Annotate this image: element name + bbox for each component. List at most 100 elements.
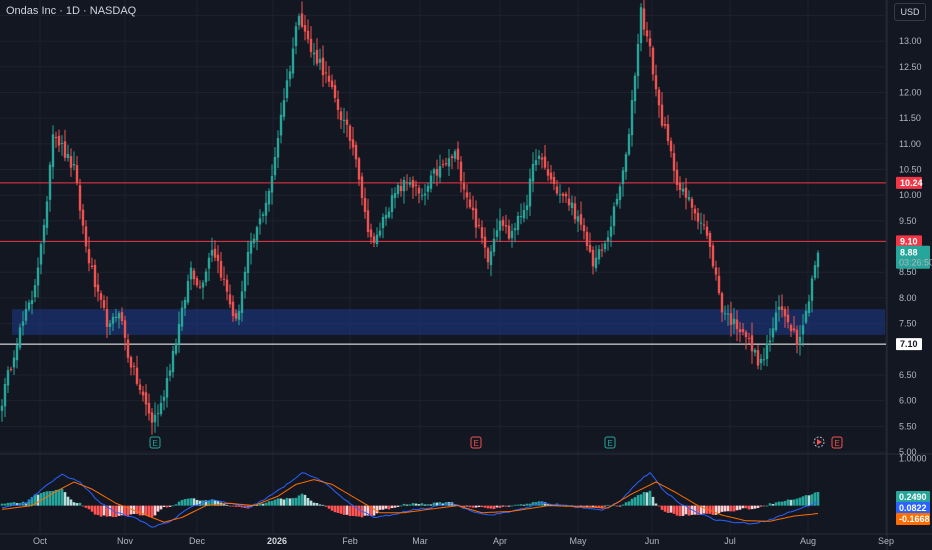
macd-histogram-bar	[642, 492, 646, 506]
candle	[702, 214, 706, 231]
candle-body	[432, 169, 436, 174]
macd-histogram-bar	[624, 502, 628, 506]
candle-body	[171, 350, 175, 373]
macd-histogram-bar	[639, 494, 643, 506]
candle	[408, 176, 412, 188]
candle	[570, 195, 574, 216]
macd-histogram-bar	[678, 505, 682, 517]
candle	[759, 354, 763, 371]
candle-body	[486, 248, 490, 263]
candle-body	[99, 293, 103, 300]
candle-body	[285, 80, 289, 98]
candle-body	[690, 198, 694, 208]
candle-body	[546, 169, 550, 176]
candle-body	[483, 236, 487, 248]
candle-body	[39, 244, 43, 265]
candle	[558, 184, 562, 204]
candle-body	[213, 248, 217, 258]
candle-body	[471, 207, 475, 211]
candle-body	[459, 161, 463, 182]
price-tick-label: 7.50	[899, 319, 917, 329]
currency-button[interactable]: USD	[894, 3, 926, 21]
candle-body	[414, 184, 418, 186]
candle-body	[477, 224, 481, 226]
candle-body	[384, 214, 388, 219]
candle-body	[51, 134, 55, 168]
candle	[381, 213, 385, 239]
macd-histogram-bar	[633, 497, 637, 506]
candle-body	[651, 47, 655, 75]
candle	[633, 72, 637, 114]
macd-histogram-bar	[615, 505, 619, 507]
macd-histogram-bar	[510, 505, 514, 507]
candle-body	[474, 208, 478, 228]
macd-histogram-bar	[672, 505, 676, 514]
candle	[393, 187, 397, 209]
candle-body	[789, 325, 793, 332]
macd-histogram-bar	[645, 492, 649, 506]
candle-body	[120, 312, 124, 322]
macd-histogram-bar	[102, 505, 106, 516]
candle-body	[804, 310, 808, 323]
candles	[0, 0, 820, 435]
candle-body	[138, 384, 142, 390]
macd-histogram-bar	[339, 505, 343, 514]
candle	[480, 220, 484, 245]
candle	[588, 232, 592, 254]
candle-body	[210, 250, 214, 256]
candle	[561, 192, 565, 203]
candle-body	[282, 100, 286, 117]
macd-histogram-bar	[117, 505, 121, 516]
candle-body	[684, 187, 688, 198]
time-axis-label: Dec	[189, 536, 206, 546]
candle-body	[18, 327, 22, 348]
candle-body	[72, 163, 76, 166]
candle-body	[807, 301, 811, 314]
candle	[252, 233, 256, 248]
candle-body	[81, 209, 85, 226]
candle	[189, 261, 193, 291]
candle-body	[435, 168, 439, 176]
chart-stage[interactable]: 13.5013.0012.5012.0011.5011.0010.5010.00…	[0, 0, 932, 550]
macd-histogram-bar	[465, 505, 469, 507]
candle	[426, 182, 430, 200]
macd-histogram-bar	[762, 505, 766, 507]
macd-histogram-bar	[84, 505, 88, 508]
candle-body	[687, 197, 691, 200]
candle	[687, 190, 691, 202]
macd-histogram-bar	[3, 503, 7, 506]
candle-body	[111, 316, 115, 324]
candle-body	[231, 301, 235, 317]
candle-body	[303, 25, 307, 32]
candle-body	[738, 329, 742, 333]
chart-canvas[interactable]: 13.5013.0012.5012.0011.5011.0010.5010.00…	[0, 0, 932, 550]
candle	[171, 345, 175, 378]
macd-histogram-bar	[408, 504, 412, 506]
candle-body	[657, 89, 661, 106]
candle	[600, 243, 604, 258]
symbol-title[interactable]: Ondas Inc · 1D · NASDAQ	[6, 5, 136, 17]
candle	[672, 144, 676, 183]
candle-body	[759, 358, 763, 364]
candle	[390, 188, 394, 219]
candle-body	[501, 219, 505, 226]
candle-body	[12, 357, 16, 368]
candle	[465, 184, 469, 209]
time-axis-label: Apr	[493, 536, 507, 546]
candle-body	[375, 234, 379, 245]
candle-body	[186, 280, 190, 303]
candle-body	[489, 251, 493, 266]
macd-histogram-bar	[816, 491, 820, 506]
candle-body	[96, 284, 100, 292]
candle	[141, 385, 145, 402]
candle	[351, 127, 355, 156]
candle-body	[645, 30, 649, 37]
candle-body	[525, 205, 529, 211]
candle	[765, 335, 769, 367]
candle-body	[411, 180, 415, 188]
candle-body	[342, 119, 346, 121]
candle	[129, 355, 133, 376]
macd-histogram-bar	[528, 503, 532, 506]
candle-body	[6, 370, 10, 386]
candle	[528, 168, 532, 216]
